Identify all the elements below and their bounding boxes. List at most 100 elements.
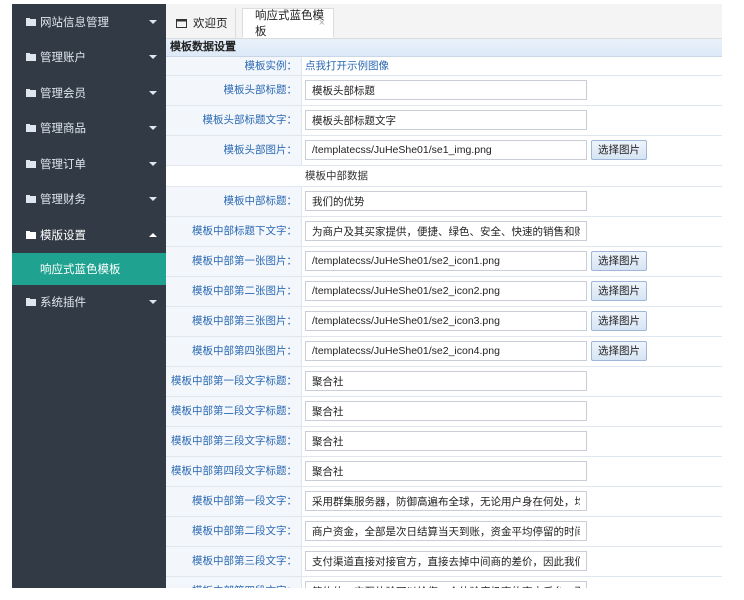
choose-image-button[interactable]: 选择图片: [591, 281, 647, 301]
paragraph-4-text-input[interactable]: [305, 581, 587, 588]
header-image-input[interactable]: [305, 140, 587, 160]
field-label: 模板头部标题文字：: [166, 106, 302, 135]
sidebar-item-members[interactable]: 管理会员: [12, 75, 166, 111]
sidebar-item-accounts[interactable]: 管理账户: [12, 40, 166, 76]
choose-image-button[interactable]: 选择图片: [591, 341, 647, 361]
form-row: 模板中部第三张图片： 选择图片: [166, 307, 722, 337]
form-row: 模板中部标题：: [166, 187, 722, 217]
sidebar-item-label: 模版设置: [40, 229, 86, 242]
field-label: 模板中部第一段文字标题：: [166, 367, 302, 396]
form-row: 模板中部第四段文字标题：: [166, 457, 722, 487]
middle-subtitle-input[interactable]: [305, 221, 587, 241]
chevron-down-icon: [149, 300, 157, 305]
folder-icon: [26, 159, 36, 168]
form-row: 模板中部第二张图片： 选择图片: [166, 277, 722, 307]
window-icon: [176, 18, 187, 28]
sidebar-item-label: 管理订单: [40, 158, 86, 171]
middle-title-input[interactable]: [305, 191, 587, 211]
choose-image-button[interactable]: 选择图片: [591, 251, 647, 271]
middle-image-1-input[interactable]: [305, 251, 587, 271]
sidebar-item-plugins[interactable]: 系统插件: [12, 285, 166, 321]
sidebar-item-label: 网站信息管理: [40, 16, 109, 29]
sidebar-item-orders[interactable]: 管理订单: [12, 146, 166, 182]
paragraph-1-title-input[interactable]: [305, 371, 587, 391]
field-label: 模板中部第一张图片：: [166, 247, 302, 276]
sidebar-item-label: 管理会员: [40, 87, 86, 100]
subsection-heading: 模板中部数据: [166, 166, 722, 187]
form-row: 模板中部第二段文字标题：: [166, 397, 722, 427]
middle-image-2-input[interactable]: [305, 281, 587, 301]
example-image-link[interactable]: 点我打开示例图像: [305, 57, 389, 75]
field-label: 模板实例：: [166, 57, 302, 75]
header-title-input[interactable]: [305, 80, 587, 100]
form-row: 模板中部第二段文字：: [166, 517, 722, 547]
chevron-down-icon: [149, 55, 157, 60]
chevron-down-icon: [149, 126, 157, 131]
field-label: 模板中部标题：: [166, 187, 302, 216]
field-label: 模板中部第四张图片：: [166, 337, 302, 366]
tab-label: 欢迎页: [193, 18, 228, 30]
chevron-down-icon: [149, 197, 157, 202]
field-label: 模板头部标题：: [166, 76, 302, 105]
form-row: 模板头部图片： 选择图片: [166, 136, 722, 166]
paragraph-3-title-input[interactable]: [305, 431, 587, 451]
field-label: 模板中部第一段文字：: [166, 487, 302, 516]
form-row: 模板头部标题文字：: [166, 106, 722, 136]
tab-welcome[interactable]: 欢迎页: [166, 8, 236, 38]
field-label: 模板头部图片：: [166, 136, 302, 165]
choose-image-button[interactable]: 选择图片: [591, 311, 647, 331]
sidebar-item-templates[interactable]: 模版设置: [12, 217, 166, 253]
form-row: 模板中部第四张图片： 选择图片: [166, 337, 722, 367]
sidebar-subitem-label: 响应式蓝色模板: [40, 263, 121, 276]
field-label: 模板中部第三段文字标题：: [166, 427, 302, 456]
choose-image-button[interactable]: 选择图片: [591, 140, 647, 160]
form-row-example: 模板实例： 点我打开示例图像: [166, 57, 722, 76]
sidebar-item-label: 管理财务: [40, 194, 86, 207]
field-label: 模板中部第三张图片：: [166, 307, 302, 336]
sidebar-item-products[interactable]: 管理商品: [12, 111, 166, 147]
form-row: 模板中部标题下文字：: [166, 217, 722, 247]
template-settings-form: 模板数据设置 模板实例： 点我打开示例图像 模板头部标题： 模板头部标题文字： …: [166, 39, 722, 588]
folder-icon: [26, 195, 36, 204]
sidebar-subitem-responsive-blue[interactable]: 响应式蓝色模板: [12, 252, 166, 285]
field-label: 模板中部第二段文字：: [166, 517, 302, 546]
header-subtitle-input[interactable]: [305, 110, 587, 130]
form-row: 模板中部第三段文字：: [166, 547, 722, 577]
paragraph-2-text-input[interactable]: [305, 521, 587, 541]
folder-icon: [26, 230, 36, 239]
folder-icon: [26, 298, 36, 307]
field-label: 模板中部第二段文字标题：: [166, 397, 302, 426]
field-label: 模板中部第四段文字标题：: [166, 457, 302, 486]
middle-image-3-input[interactable]: [305, 311, 587, 331]
subsection-title: 模板中部数据: [305, 170, 368, 182]
paragraph-4-title-input[interactable]: [305, 461, 587, 481]
tab-responsive-blue-template[interactable]: 响应式蓝色模板 ×: [242, 8, 334, 38]
sidebar-item-label: 管理账户: [40, 52, 86, 65]
form-row: 模板中部第四段文字：: [166, 577, 722, 588]
paragraph-3-text-input[interactable]: [305, 551, 587, 571]
tab-bar: 欢迎页 响应式蓝色模板 ×: [166, 4, 722, 39]
chevron-down-icon: [149, 161, 157, 166]
field-label: 模板中部第三段文字：: [166, 547, 302, 576]
field-label: 模板中部标题下文字：: [166, 217, 302, 246]
chevron-down-icon: [149, 90, 157, 95]
field-label: 模板中部第二张图片：: [166, 277, 302, 306]
folder-icon: [26, 53, 36, 62]
folder-icon: [26, 124, 36, 133]
field-label: 模板中部第四段文字：: [166, 577, 302, 588]
sidebar: 网站信息管理 管理账户 管理会员 管理商品 管理订单 管理财务 模版设置 响应式…: [12, 4, 166, 588]
paragraph-2-title-input[interactable]: [305, 401, 587, 421]
folder-icon: [26, 17, 36, 26]
chevron-up-icon: [149, 232, 157, 237]
sidebar-item-label: 管理商品: [40, 123, 86, 136]
middle-image-4-input[interactable]: [305, 341, 587, 361]
form-row: 模板头部标题：: [166, 76, 722, 106]
chevron-down-icon: [149, 19, 157, 24]
sidebar-item-finance[interactable]: 管理财务: [12, 182, 166, 218]
form-row: 模板中部第三段文字标题：: [166, 427, 722, 457]
section-title: 模板数据设置: [166, 39, 722, 57]
form-row: 模板中部第一段文字：: [166, 487, 722, 517]
close-icon[interactable]: ×: [319, 17, 325, 29]
sidebar-item-site-info[interactable]: 网站信息管理: [12, 4, 166, 40]
paragraph-1-text-input[interactable]: [305, 491, 587, 511]
